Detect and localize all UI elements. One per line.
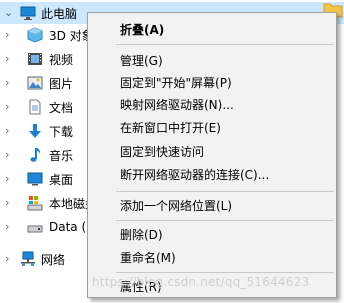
menu-item-label: 固定到快速访问 [120,144,205,159]
3d-objects-icon [27,27,43,43]
desktop-icon [27,172,43,186]
chevron-right-icon[interactable]: › [5,101,15,113]
tree-item-label: 图片 [49,76,74,91]
chevron-right-icon[interactable]: › [5,125,15,137]
tree-item-label: 文档 [49,100,74,115]
computer-icon [20,6,36,20]
tree-item-label: 音乐 [49,148,74,163]
menu-item-label: 删除(D) [120,227,163,242]
local-disk-icon [27,196,43,211]
menu-separator [116,191,334,192]
chevron-right-icon[interactable]: › [5,149,15,161]
chevron-right-icon[interactable]: › [5,221,15,233]
menu-item-label: 映射网络驱动器(N)... [120,97,234,112]
menu-item-collapse[interactable]: 折叠(A) [88,18,336,40]
video-icon [28,53,42,65]
tree-item-label: 网络 [41,252,66,267]
tree-item-label: 下载 [49,124,74,139]
menu-item-label: 断开网络驱动器的连接(C)... [120,167,270,182]
menu-item-map-network-drive[interactable]: 映射网络驱动器(N)... [88,93,336,115]
chevron-right-icon[interactable]: › [5,29,15,41]
download-icon [29,124,41,138]
menu-separator [116,220,334,221]
chevron-right-icon[interactable]: › [5,197,15,209]
chevron-down-icon[interactable]: ⌄ [4,7,14,19]
watermark: https://blog.csdn.net/qq_51644623 [92,275,310,289]
menu-item-label: 添加一个网络位置(L) [120,198,233,213]
menu-item-label: 重命名(M) [120,250,176,265]
chevron-right-icon[interactable]: › [5,173,15,185]
menu-separator [116,44,334,45]
chevron-right-icon[interactable]: › [5,77,15,89]
tree-item-label: 桌面 [49,172,74,187]
chevron-right-icon[interactable]: › [5,253,15,265]
drive-icon [27,225,43,233]
network-icon [21,251,35,266]
menu-item-pin-to-start[interactable]: 固定到"开始"屏幕(P) [88,71,336,93]
tree-item-label: 此电脑 [41,6,78,21]
menu-item-rename[interactable]: 重命名(M) [88,246,336,268]
menu-item-delete[interactable]: 删除(D) [88,223,336,245]
context-menu: 折叠(A) 管理(G) 固定到"开始"屏幕(P) 映射网络驱动器(N)... 在… [87,12,337,298]
tree-item-label: 视频 [49,52,74,67]
menu-item-label: 在新窗口中打开(E) [120,120,221,135]
menu-separator [116,272,334,273]
menu-item-label: 固定到"开始"屏幕(P) [120,75,232,90]
menu-item-disconnect-network-drive[interactable]: 断开网络驱动器的连接(C)... [88,163,336,185]
menu-item-label: 管理(G) [120,53,163,68]
menu-item-add-network-location[interactable]: 添加一个网络位置(L) [88,194,336,216]
menu-item-open-new-window[interactable]: 在新窗口中打开(E) [88,116,336,138]
menu-item-label: 折叠(A) [120,22,165,37]
pictures-icon [27,76,43,90]
menu-item-pin-quick-access[interactable]: 固定到快速访问 [88,140,336,162]
documents-icon [29,99,41,115]
menu-item-manage[interactable]: 管理(G) [88,49,336,71]
chevron-right-icon[interactable]: › [5,53,15,65]
music-icon [30,148,41,162]
